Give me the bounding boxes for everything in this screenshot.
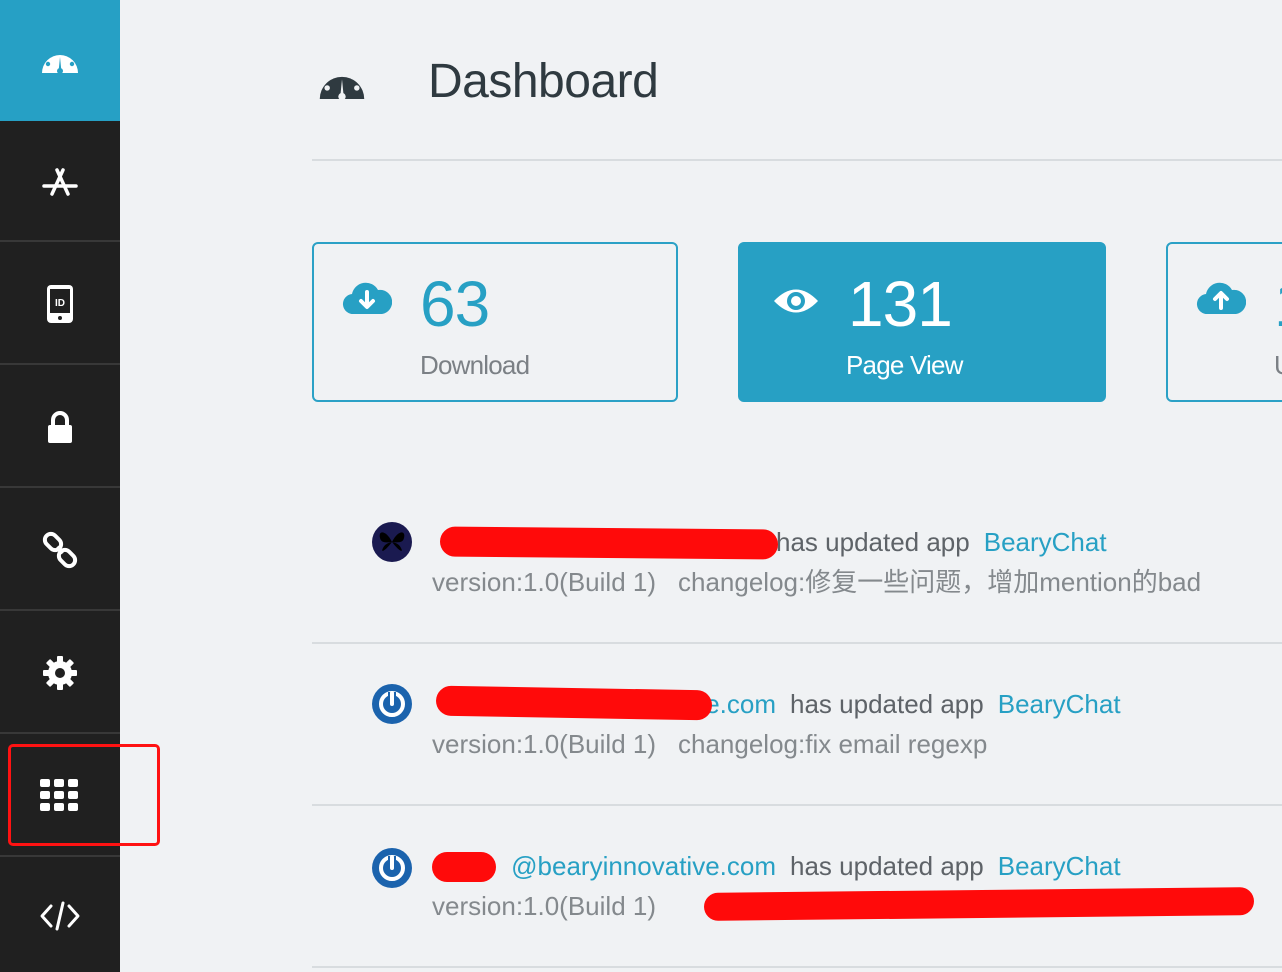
power-avatar [379,691,405,717]
redaction-mark [439,526,779,560]
app-store-icon [42,167,78,196]
sidebar-item-settings[interactable] [0,613,120,734]
stat-card-page-view[interactable]: 131 Page View [738,242,1106,402]
version-text: version:1.0(Build 1) [432,567,656,597]
sidebar-item-links[interactable] [0,490,120,611]
action-text: has updated app [790,689,984,719]
stat-card-download[interactable]: 63 Download [312,242,678,402]
page-title: Dashboard [428,55,659,108]
sidebar-item-apps[interactable] [0,121,120,242]
app-link[interactable]: BearyChat [998,689,1121,719]
link-icon [42,531,78,568]
power-avatar [379,855,405,881]
feed-line-2: version:1.0(Build 1) changelog:修复一些问题，增加m… [432,565,1201,599]
code-icon [40,901,80,930]
eye-icon [772,284,820,323]
sidebar-item-permissions[interactable] [0,367,120,488]
redaction-mark [432,852,496,882]
avatar[interactable] [372,684,412,724]
feed-line-2: version:1.0(Build 1) changelog:fix email … [432,727,987,761]
sidebar-item-devices[interactable]: ID [0,244,120,365]
feed-item: has updated app BearyChat version:1.0(Bui… [312,482,1282,642]
cloud-download-icon [342,280,393,323]
action-text: has updated app [776,527,970,557]
upload-label: U [1274,348,1282,382]
avatar[interactable] [372,522,412,562]
redaction-mark [435,685,713,721]
dashboard-gauge-icon [42,47,78,74]
feed-item: e.com has updated app BearyChat version:1.… [312,644,1282,804]
feed-item: @bearyinnovative.com has updated app Beary… [312,806,1282,966]
dashboard-gauge-icon [316,62,368,109]
header-divider [312,159,1282,161]
action-text: has updated app [790,851,984,881]
page-view-count: 131 [848,268,953,340]
stat-card-upload[interactable]: 1 U [1166,242,1282,402]
app-link[interactable]: BearyChat [984,527,1107,557]
sidebar-item-developer[interactable] [0,859,120,972]
changelog-text: changelog:fix email regexp [678,729,988,759]
redaction-mark [703,887,1255,921]
feed-line-2: version:1.0(Build 1) [432,889,678,923]
download-count: 63 [420,268,490,340]
gear-icon [43,655,77,690]
svg-text:ID: ID [55,298,65,309]
page-view-label: Page View [846,350,963,380]
version-text: version:1.0(Build 1) [432,891,656,921]
feed-line-1: @bearyinnovative.com has updated app Beary… [432,849,1121,883]
feed-divider [312,966,1282,968]
device-id-icon: ID [47,284,73,323]
butterfly-avatar [379,532,405,551]
cloud-upload-icon [1196,280,1247,323]
lock-icon [48,410,72,443]
avatar[interactable] [372,848,412,888]
annotation-highlight-box [8,744,160,846]
upload-count: 1 [1274,268,1282,340]
download-label: Download [420,350,530,380]
changelog-text: changelog:修复一些问题，增加mention的bad [678,567,1202,597]
sidebar-item-dashboard[interactable] [0,0,120,121]
app-link[interactable]: BearyChat [998,851,1121,881]
version-text: version:1.0(Build 1) [432,729,656,759]
